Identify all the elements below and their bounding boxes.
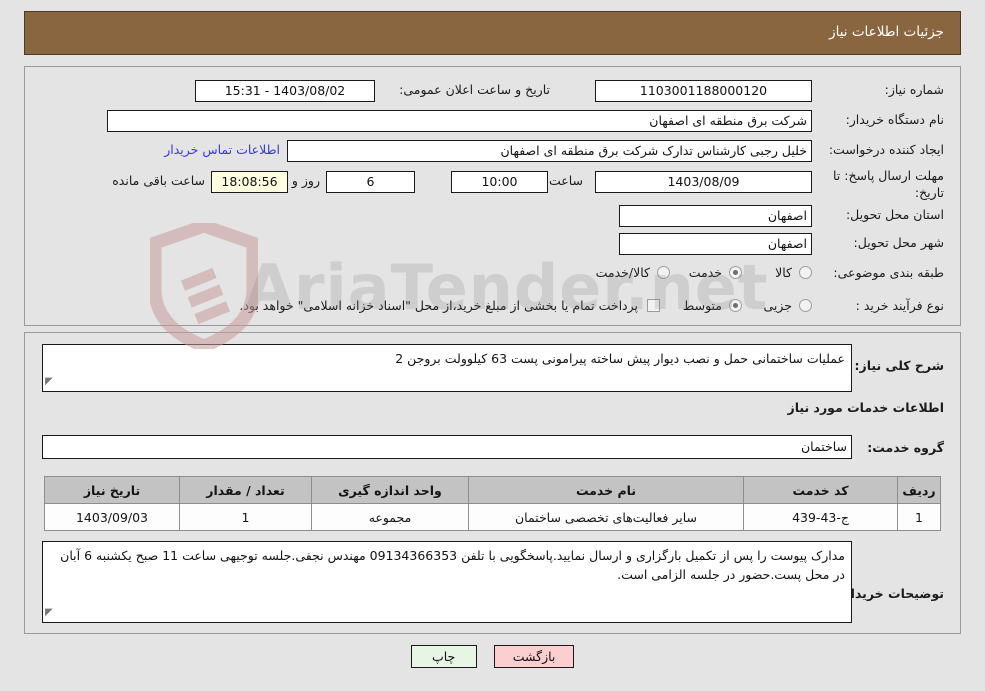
resize-grip-icon[interactable]: ◥ [45,372,53,391]
label-need-summary: شرح کلی نیاز: [854,358,944,373]
radio-label-category-kala[interactable]: کالا [775,265,792,280]
need-summary-text: عملیات ساختمانی حمل و نصب دیوار پیش ساخت… [395,351,845,366]
radio-label-process-motevaset[interactable]: متوسط [683,298,722,313]
label-deadline-hour: ساعت [548,173,583,188]
radio-category-khedmat[interactable] [729,266,742,279]
label-subject-category: طبقه بندی موضوعی: [833,265,944,280]
label-response-deadline: مهلت ارسال پاسخ: تا تاریخ: [833,168,944,200]
field-need-summary[interactable]: عملیات ساختمانی حمل و نصب دیوار پیش ساخت… [42,344,852,392]
cell-need-date: 1403/09/03 [44,503,180,531]
field-countdown-timer: 18:08:56 [211,171,288,193]
field-response-deadline-date[interactable]: 1403/08/09 [595,171,812,193]
label-need-number: شماره نیاز: [884,82,944,97]
section-title-services: اطلاعات خدمات مورد نیاز [787,400,945,415]
field-buyer-notes[interactable]: مدارک پیوست را پس از تکمیل بارگزاری و ار… [42,541,852,623]
field-service-group[interactable]: ساختمان [42,435,852,459]
label-requester: ایجاد کننده درخواست: [828,142,944,157]
back-button[interactable]: بازگشت [493,645,575,668]
services-table: ردیف کد خدمت نام خدمت واحد اندازه گیری ت… [44,476,941,531]
field-remaining-days[interactable]: 6 [326,171,415,193]
radio-category-kala[interactable] [799,266,812,279]
radio-process-jozei[interactable] [799,299,812,312]
buyer-contact-link[interactable]: اطلاعات تماس خریدار [164,142,280,157]
field-deadline-hour[interactable]: 10:00 [451,171,548,193]
col-row-number: ردیف [897,476,941,504]
service-details-panel: شرح کلی نیاز: عملیات ساختمانی حمل و نصب … [24,332,961,634]
field-announce-datetime[interactable]: 1403/08/02 - 15:31 [195,80,375,102]
col-unit: واحد اندازه گیری [311,476,469,504]
radio-category-kala-khedmat[interactable] [657,266,670,279]
field-buyer-org[interactable]: شرکت برق منطقه ای اصفهان [107,110,812,132]
col-quantity: تعداد / مقدار [179,476,312,504]
buyer-notes-text: مدارک پیوست را پس از تکمیل بارگزاری و ار… [60,548,845,582]
label-remaining-days: روز و [291,173,320,188]
field-requester[interactable]: خلیل رجبی کارشناس تدارک شرکت برق منطقه ا… [287,140,812,162]
radio-label-process-jozei[interactable]: جزیی [763,298,792,313]
label-buyer-org: نام دستگاه خریدار: [845,112,944,127]
need-info-panel: شماره نیاز: 1103001188000120 تاریخ و ساع… [24,66,961,326]
checkbox-islamic-treasury-docs[interactable] [647,299,660,312]
col-need-date: تاریخ نیاز [44,476,180,504]
page-root: AriaTender.net جزئیات اطلاعات نیاز شماره… [0,0,985,691]
field-delivery-city[interactable]: اصفهان [619,233,812,255]
cell-quantity: 1 [179,503,312,531]
label-delivery-province: استان محل تحویل: [845,207,944,222]
cell-row-number: 1 [897,503,941,531]
cell-service-name: سایر فعالیت‌های تخصصی ساختمان [468,503,744,531]
title-bar: جزئیات اطلاعات نیاز [24,11,961,55]
print-button[interactable]: چاپ [410,645,477,668]
checkbox-label-islamic-treasury-docs[interactable]: پرداخت تمام یا بخشی از مبلغ خرید،از محل … [239,298,638,313]
page-title: جزئیات اطلاعات نیاز [829,24,944,40]
field-need-number[interactable]: 1103001188000120 [595,80,812,102]
label-announce-datetime: تاریخ و ساعت اعلان عمومی: [399,82,550,97]
label-remaining-hours: ساعت باقی مانده [112,173,205,188]
label-service-group: گروه خدمت: [867,440,944,455]
radio-label-category-khedmat[interactable]: خدمت [689,265,722,280]
label-purchase-process: نوع فرآیند خرید : [855,298,944,313]
resize-grip-icon-notes[interactable]: ◥ [45,603,53,622]
radio-process-motevaset[interactable] [729,299,742,312]
col-service-code: کد خدمت [743,476,898,504]
field-delivery-province[interactable]: اصفهان [619,205,812,227]
table-row[interactable]: 1 ج-43-439 سایر فعالیت‌های تخصصی ساختمان… [44,503,941,531]
radio-label-category-kala-khedmat[interactable]: کالا/خدمت [596,265,650,280]
label-buyer-notes: توضیحات خریدار: [838,586,944,601]
cell-service-code: ج-43-439 [743,503,898,531]
footer-actions: بازگشت چاپ [0,645,985,668]
cell-unit: مجموعه [311,503,469,531]
table-header-row: ردیف کد خدمت نام خدمت واحد اندازه گیری ت… [44,476,941,504]
label-delivery-city: شهر محل تحویل: [853,235,944,250]
col-service-name: نام خدمت [468,476,744,504]
